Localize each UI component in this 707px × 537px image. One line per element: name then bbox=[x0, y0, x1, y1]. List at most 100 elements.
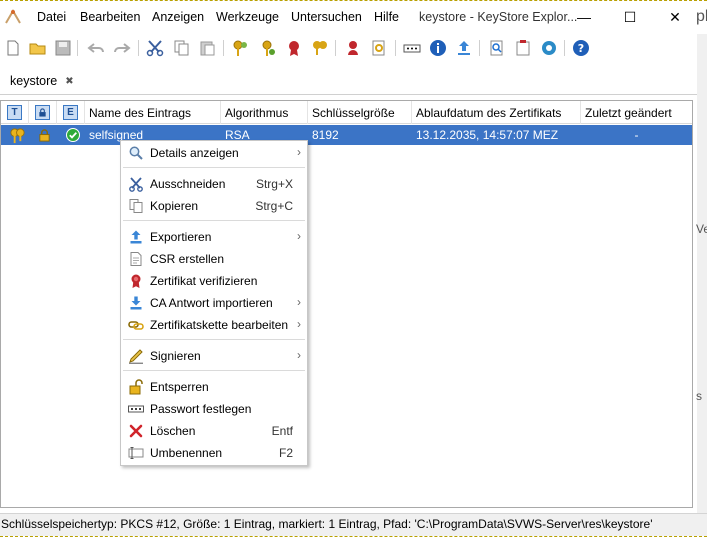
column-header-keysize[interactable]: Schlüsselgröße bbox=[308, 101, 412, 124]
close-window-button[interactable]: ✕ bbox=[660, 6, 690, 28]
lock-column-icon bbox=[35, 105, 50, 120]
shortcut-label: Strg+C bbox=[255, 199, 293, 213]
svg-text:?: ? bbox=[578, 42, 584, 55]
password-button[interactable] bbox=[402, 38, 422, 58]
column-header-name[interactable]: Name des Eintrags bbox=[85, 101, 221, 124]
shortcut-label: Entf bbox=[271, 424, 293, 438]
column-header-expiry[interactable]: Ablaufdatum des Zertifikats bbox=[412, 101, 581, 124]
menu-item-label: CSR erstellen bbox=[150, 252, 225, 266]
generate-secret-key-button[interactable] bbox=[258, 38, 278, 58]
menu-datei[interactable]: Datei bbox=[37, 10, 66, 24]
entry-modified: - bbox=[634, 128, 639, 142]
minimize-button[interactable]: — bbox=[569, 6, 599, 28]
help-button[interactable]: ? bbox=[571, 38, 591, 58]
unlocked-status-icon bbox=[34, 125, 56, 145]
background-window bbox=[697, 34, 707, 514]
menu-item-sign[interactable]: Signieren › bbox=[121, 345, 307, 367]
window-title: keystore - KeyStore Explor... bbox=[419, 10, 578, 24]
save-button[interactable] bbox=[53, 38, 73, 58]
submenu-arrow-icon: › bbox=[297, 229, 301, 243]
properties-button[interactable] bbox=[428, 38, 448, 58]
expiry-column-icon: E bbox=[63, 105, 78, 120]
scissors-icon bbox=[146, 40, 164, 57]
column-header-expiry-status[interactable]: E bbox=[57, 101, 85, 124]
minimize-icon: — bbox=[577, 9, 591, 25]
undo-button[interactable] bbox=[86, 38, 106, 58]
certificate-icon bbox=[289, 41, 299, 56]
copy-icon bbox=[174, 40, 189, 56]
examine-file-button[interactable] bbox=[369, 38, 389, 58]
new-button[interactable] bbox=[3, 38, 23, 58]
tab-close-icon[interactable]: ✖ bbox=[65, 76, 73, 87]
menu-werkzeuge[interactable]: Werkzeuge bbox=[216, 10, 279, 24]
entry-keysize: 8192 bbox=[312, 128, 339, 142]
examine-certificate-button[interactable] bbox=[487, 38, 507, 58]
menu-item-label: Passwort festlegen bbox=[150, 402, 252, 416]
export-button[interactable] bbox=[454, 38, 474, 58]
type-column-icon: T bbox=[7, 105, 22, 120]
menu-anzeigen[interactable]: Anzeigen bbox=[152, 10, 204, 24]
column-header-modified[interactable]: Zuletzt geändert bbox=[581, 101, 692, 124]
menu-item-cut[interactable]: Ausschneiden Strg+X bbox=[121, 173, 307, 195]
toolbar-separator bbox=[479, 40, 480, 56]
menu-item-delete[interactable]: Löschen Entf bbox=[121, 420, 307, 442]
menu-item-label: Zertifikat verifizieren bbox=[150, 274, 258, 288]
background-window-text: s bbox=[696, 389, 702, 403]
menu-separator bbox=[123, 167, 305, 168]
menu-bearbeiten[interactable]: Bearbeiten bbox=[80, 10, 140, 24]
menu-item-label: Exportieren bbox=[150, 230, 212, 244]
menu-item-label: CA Antwort importieren bbox=[150, 296, 273, 310]
key-import-icon bbox=[313, 41, 327, 55]
password-icon bbox=[403, 44, 421, 53]
shortcut-label: Strg+X bbox=[255, 177, 293, 191]
close-icon: ✕ bbox=[669, 8, 681, 25]
key-icon bbox=[262, 40, 275, 56]
examine-crl-button[interactable] bbox=[513, 38, 533, 58]
menu-item-export[interactable]: Exportieren › bbox=[121, 226, 307, 248]
open-button[interactable] bbox=[28, 38, 48, 58]
set-password-button[interactable] bbox=[343, 38, 363, 58]
cut-button[interactable] bbox=[145, 38, 165, 58]
maximize-button[interactable]: ☐ bbox=[615, 6, 645, 28]
menu-item-set-password[interactable]: Passwort festlegen bbox=[121, 398, 307, 420]
export-icon bbox=[458, 41, 470, 55]
menu-item-import-ca-reply[interactable]: CA Antwort importieren › bbox=[121, 292, 307, 314]
toolbar-separator bbox=[564, 40, 565, 56]
menu-hilfe[interactable]: Hilfe bbox=[374, 10, 399, 24]
column-header-type[interactable]: T bbox=[1, 101, 29, 124]
menu-item-rename[interactable]: Umbenennen F2 bbox=[121, 442, 307, 464]
menu-separator bbox=[123, 370, 305, 371]
redo-icon bbox=[114, 43, 131, 53]
tab-keystore[interactable]: keystore ✖ bbox=[2, 68, 82, 96]
redo-button[interactable] bbox=[112, 38, 132, 58]
menu-item-label: Ausschneiden bbox=[150, 177, 226, 191]
folder-open-icon bbox=[29, 43, 46, 55]
column-header-lock[interactable] bbox=[29, 101, 57, 124]
import-keypair-button[interactable] bbox=[310, 38, 330, 58]
certificate-person-icon bbox=[348, 41, 358, 55]
generate-keypair-button[interactable] bbox=[231, 38, 251, 58]
paste-button[interactable] bbox=[197, 38, 217, 58]
menu-item-copy[interactable]: Kopieren Strg+C bbox=[121, 195, 307, 217]
delete-icon bbox=[128, 423, 144, 439]
maximize-icon: ☐ bbox=[623, 8, 637, 25]
copy-button[interactable] bbox=[171, 38, 191, 58]
app-icon[interactable] bbox=[4, 8, 22, 26]
undo-icon bbox=[87, 43, 104, 53]
menu-item-edit-chain[interactable]: Zertifikatskette bearbeiten › bbox=[121, 314, 307, 336]
status-text: Schlüsselspeichertyp: PKCS #12, Größe: 1… bbox=[1, 517, 653, 531]
menu-item-create-csr[interactable]: CSR erstellen bbox=[121, 248, 307, 270]
column-header-algorithm[interactable]: Algorithmus bbox=[221, 101, 308, 124]
menu-item-verify-certificate[interactable]: Zertifikat verifizieren bbox=[121, 270, 307, 292]
unlock-icon bbox=[128, 379, 144, 395]
paste-icon bbox=[200, 41, 215, 56]
clipboard-icon bbox=[516, 40, 530, 56]
import-certificate-button[interactable] bbox=[284, 38, 304, 58]
menu-item-details[interactable]: Details anzeigen › bbox=[121, 142, 307, 164]
new-file-icon bbox=[7, 40, 19, 56]
examine-ssl-button[interactable] bbox=[539, 38, 559, 58]
menu-item-unlock[interactable]: Entsperren bbox=[121, 376, 307, 398]
background-window-text: pl bbox=[696, 8, 707, 25]
menu-untersuchen[interactable]: Untersuchen bbox=[291, 10, 362, 24]
pen-icon bbox=[128, 348, 144, 364]
